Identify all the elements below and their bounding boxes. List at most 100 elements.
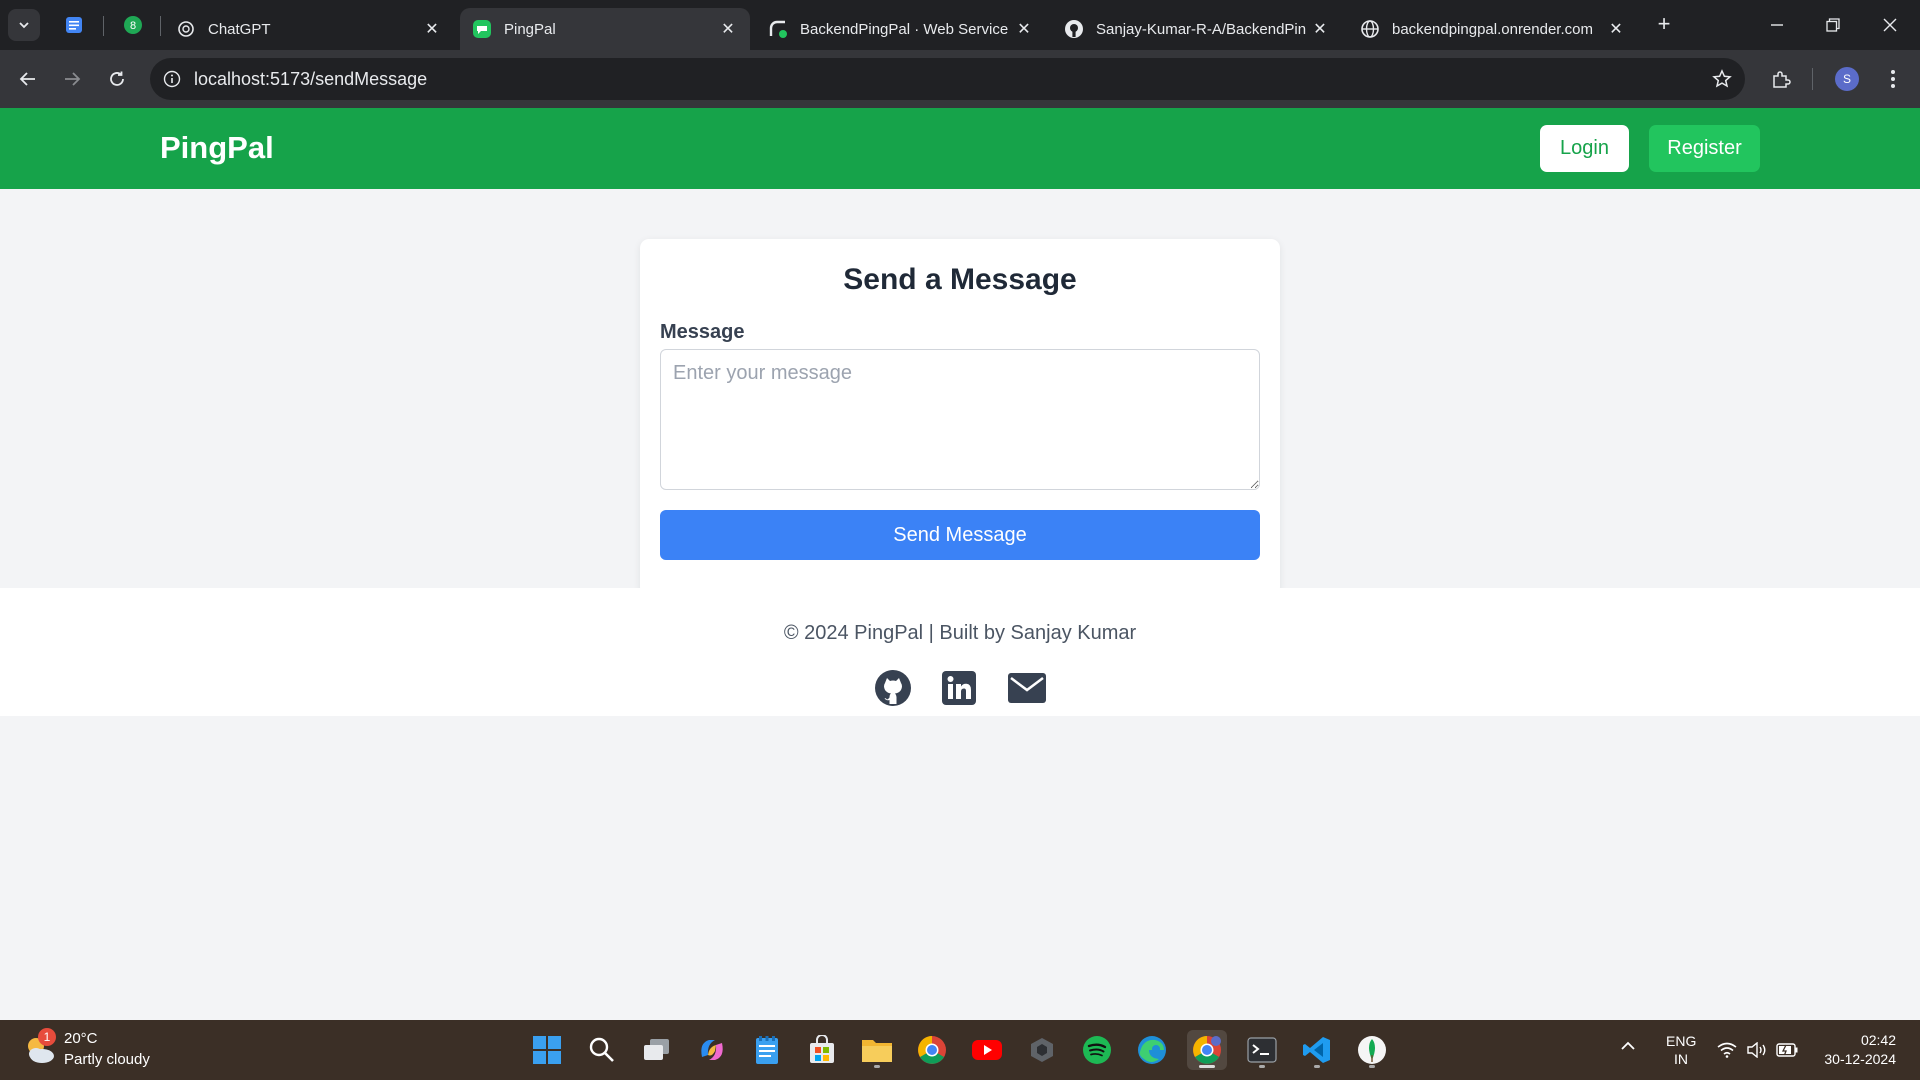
battery-charging-icon (1776, 1043, 1798, 1057)
wifi-status[interactable] (1715, 1038, 1739, 1062)
puzzle-icon (1773, 71, 1791, 88)
minimize-button[interactable] (1757, 10, 1797, 40)
close-window-button[interactable] (1870, 10, 1910, 40)
profile-button[interactable]: S (1830, 62, 1864, 96)
new-tab-button[interactable]: + (1652, 12, 1676, 36)
address-bar[interactable]: localhost:5173/sendMessage (150, 58, 1745, 100)
more-vertical-icon (1891, 70, 1895, 88)
windows-logo-icon (533, 1036, 561, 1064)
tab-separator (103, 16, 104, 36)
url-text[interactable]: localhost:5173/sendMessage (194, 69, 1699, 90)
tab-search-button[interactable] (8, 9, 40, 41)
back-button[interactable] (11, 62, 45, 96)
tab-onrender[interactable]: backendpingpal.onrender.com ✕ (1348, 8, 1638, 50)
close-tab-icon[interactable]: ✕ (1606, 19, 1626, 39)
tab-title: ChatGPT (208, 20, 271, 38)
taskbar-youtube[interactable] (967, 1030, 1007, 1070)
google-docs-icon (66, 17, 82, 33)
tab-render-service[interactable]: BackendPingPal · Web Service ✕ (756, 8, 1046, 50)
tray-overflow-button[interactable] (1620, 1038, 1636, 1056)
weather-description: Partly cloudy (64, 1051, 150, 1068)
chatgpt-icon (176, 19, 196, 39)
tab-title: BackendPingPal · Web Service (800, 20, 1009, 38)
minimize-icon (1771, 24, 1783, 26)
running-indicator (1199, 1065, 1215, 1068)
svg-text:8: 8 (130, 20, 136, 32)
weather-badge: 1 (38, 1028, 56, 1046)
battery-status[interactable] (1775, 1038, 1799, 1062)
app-header: PingPal Login Register (0, 108, 1920, 189)
tab-title: backendpingpal.onrender.com (1392, 20, 1593, 38)
chat-bubble-icon (472, 19, 492, 39)
start-button[interactable] (527, 1030, 567, 1070)
close-tab-icon[interactable]: ✕ (1014, 19, 1034, 39)
linkedin-link[interactable] (939, 668, 979, 708)
taskbar-search[interactable] (582, 1030, 622, 1070)
close-tab-icon[interactable]: ✕ (1310, 19, 1330, 39)
chrome-icon (1193, 1036, 1221, 1064)
chevron-up-icon (1621, 1041, 1635, 1050)
taskbar-copilot[interactable] (692, 1030, 732, 1070)
github-link[interactable] (873, 668, 913, 708)
youtube-icon (972, 1040, 1002, 1060)
close-tab-icon[interactable]: ✕ (422, 19, 442, 39)
render-icon (768, 19, 788, 39)
message-textarea[interactable] (660, 349, 1260, 490)
folder-icon (862, 1040, 892, 1062)
taskbar-edge[interactable] (1132, 1030, 1172, 1070)
tab-separator (160, 16, 161, 36)
extensions-button[interactable] (1764, 62, 1798, 96)
copilot-icon (701, 1040, 723, 1060)
site-info-icon[interactable] (150, 70, 194, 88)
pinned-tab-whatsapp[interactable]: 8 (122, 14, 144, 36)
taskbar-terminal[interactable] (1242, 1030, 1282, 1070)
taskbar-mongodb[interactable] (1352, 1030, 1392, 1070)
browser-tab-bar: 8 ChatGPT ✕ PingPal ✕ BackendPingPal · W… (0, 0, 1920, 50)
globe-icon (1360, 19, 1380, 39)
taskbar-vscode[interactable] (1297, 1030, 1337, 1070)
running-indicator (1314, 1065, 1320, 1068)
taskbar-chrome[interactable] (912, 1030, 952, 1070)
taskbar-file-explorer[interactable] (857, 1030, 897, 1070)
tab-github[interactable]: Sanjay-Kumar-R-A/BackendPin ✕ (1052, 8, 1342, 50)
browser-menu-button[interactable] (1876, 62, 1910, 96)
close-tab-icon[interactable]: ✕ (718, 19, 738, 39)
language-code: ENG (1666, 1033, 1697, 1049)
brand-logo[interactable]: PingPal (160, 130, 274, 166)
send-message-button[interactable]: Send Message (660, 510, 1260, 560)
restore-button[interactable] (1813, 10, 1853, 40)
taskbar-store[interactable] (802, 1030, 842, 1070)
tab-chatgpt[interactable]: ChatGPT ✕ (164, 8, 454, 50)
system-clock[interactable]: 02:42 30-12-2024 (1808, 1031, 1896, 1069)
reload-button[interactable] (100, 62, 134, 96)
tab-title: Sanjay-Kumar-R-A/BackendPin (1096, 20, 1307, 38)
windows-taskbar: 1 20°C Partly cloudy ENG IN 02:42 30-12-… (0, 1020, 1920, 1080)
restore-icon (1826, 18, 1840, 32)
clock-date: 30-12-2024 (1824, 1051, 1896, 1067)
toolbar-separator (1812, 68, 1813, 90)
forward-button[interactable] (55, 62, 89, 96)
chrome-icon (918, 1036, 946, 1064)
arrow-left-icon (19, 72, 35, 86)
page-footer: © 2024 PingPal | Built by Sanjay Kumar (0, 588, 1920, 716)
taskbar-dev-app[interactable] (1022, 1030, 1062, 1070)
page-viewport: PingPal Login Register Send a Message Me… (0, 108, 1920, 1020)
edge-icon (1138, 1036, 1166, 1064)
tab-title: PingPal (504, 20, 556, 38)
notepad-icon (756, 1036, 778, 1064)
task-view-button[interactable] (637, 1030, 677, 1070)
bookmark-star-icon[interactable] (1699, 69, 1745, 89)
running-indicator (1369, 1065, 1375, 1068)
volume-status[interactable] (1745, 1038, 1769, 1062)
store-icon (810, 1035, 834, 1063)
language-indicator[interactable]: ENG IN (1666, 1032, 1696, 1068)
tab-pingpal[interactable]: PingPal ✕ (460, 8, 750, 50)
taskbar-notepad[interactable] (747, 1030, 787, 1070)
search-icon (589, 1037, 614, 1062)
email-link[interactable] (1007, 668, 1047, 708)
register-button[interactable]: Register (1649, 125, 1760, 172)
taskbar-spotify[interactable] (1077, 1030, 1117, 1070)
login-button[interactable]: Login (1540, 125, 1629, 172)
taskbar-chrome-profile[interactable] (1187, 1030, 1227, 1070)
pinned-tab-docs[interactable] (63, 14, 85, 36)
